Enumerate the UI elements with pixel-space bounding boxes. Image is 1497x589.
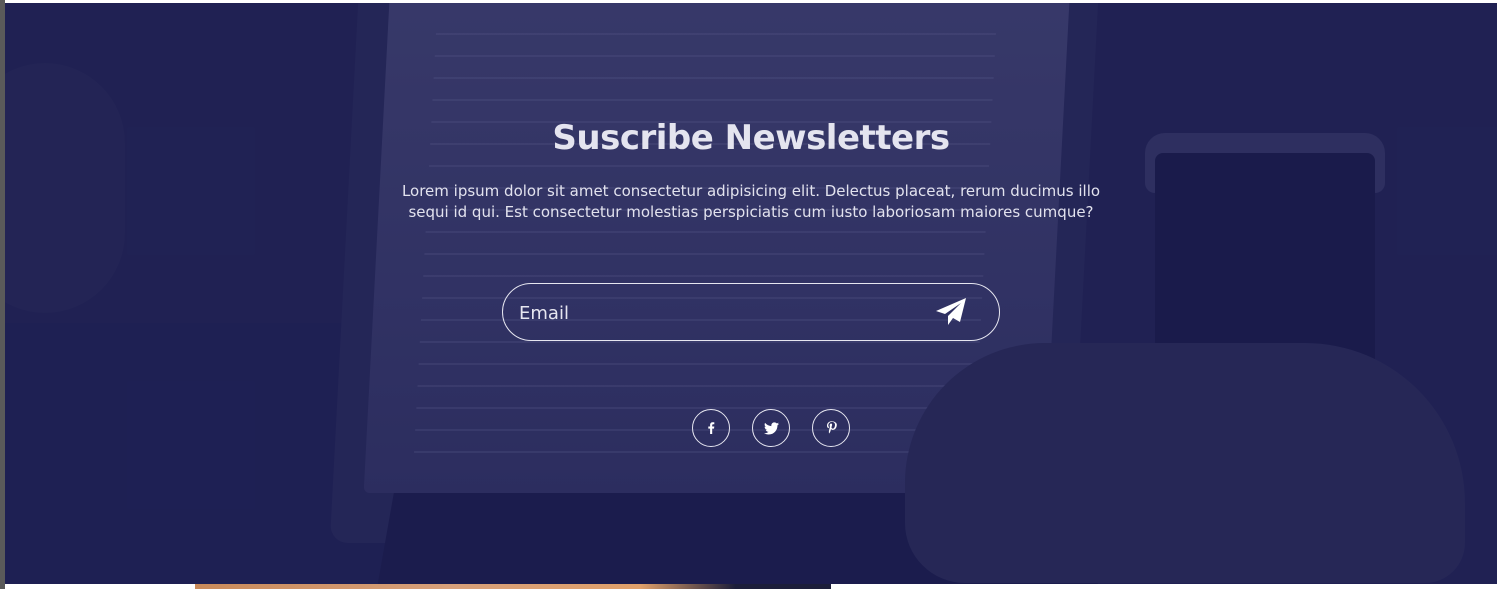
newsletter-section: Suscribe Newsletters Lorem ipsum dolor s… xyxy=(5,3,1497,584)
send-button[interactable] xyxy=(933,296,969,330)
newsletter-title: Suscribe Newsletters xyxy=(552,118,950,158)
twitter-link[interactable] xyxy=(752,409,790,447)
social-links xyxy=(692,409,852,449)
pinterest-icon xyxy=(826,421,837,434)
page: Suscribe Newsletters Lorem ipsum dolor s… xyxy=(0,0,1497,589)
email-input[interactable] xyxy=(517,284,921,342)
newsletter-content: Suscribe Newsletters Lorem ipsum dolor s… xyxy=(5,3,1497,584)
facebook-icon xyxy=(708,422,715,434)
facebook-link[interactable] xyxy=(692,409,730,447)
newsletter-description: Lorem ipsum dolor sit amet consectetur a… xyxy=(401,182,1101,221)
newsletter-form xyxy=(502,283,1000,342)
next-section-image-edge xyxy=(195,584,831,589)
twitter-icon xyxy=(763,421,779,434)
paper-plane-icon xyxy=(936,297,966,325)
pinterest-link[interactable] xyxy=(812,409,850,447)
